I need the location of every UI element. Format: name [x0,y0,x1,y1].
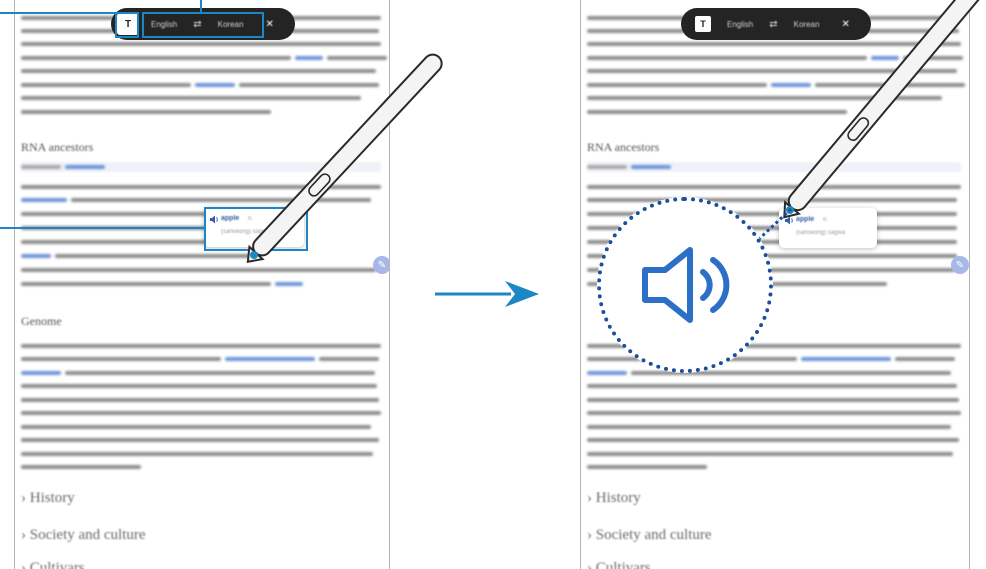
callout-line-translate [0,12,117,14]
callout-line-language [200,0,202,13]
transition-arrow [435,281,539,307]
collapsed-section-society[interactable]: › Society and culture [587,527,712,544]
collapsed-section-cultivars[interactable]: › Cultivars [21,560,85,569]
collapsed-section-cultivars[interactable]: › Cultivars [587,560,651,569]
close-icon[interactable]: ✕ [265,19,273,30]
tooltip-meaning: (sanseong) sagwa [796,230,846,236]
translate-icon[interactable]: T [695,16,711,32]
speaker-zoom-icon [642,247,730,323]
zoom-connector [757,207,793,241]
source-language[interactable]: English [727,20,753,29]
collapsed-section-history[interactable]: › History [21,490,75,507]
speaker-zoom-circle [597,197,773,373]
edit-pen-icon[interactable]: ✎ [951,256,969,274]
section-title-rna: RNA ancestors [587,140,660,154]
language-selector-highlight [142,12,264,38]
section-title-genome: Genome [21,314,62,328]
translate-icon-highlight [115,12,139,38]
s-pen-right [783,0,983,219]
callout-line-tooltip [0,227,206,229]
section-title-rna: RNA ancestors [21,140,94,154]
collapsed-section-history[interactable]: › History [587,490,641,507]
s-pen-left [246,53,443,263]
collapsed-section-society[interactable]: › Society and culture [21,527,146,544]
